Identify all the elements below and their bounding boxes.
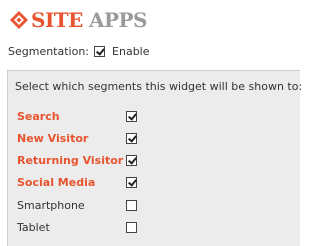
segment-label: Search [17, 109, 60, 123]
segment-label: Smartphone [17, 198, 85, 212]
segment-row-new-visitor: New Visitor [17, 130, 277, 146]
segment-checkbox-social-media[interactable] [126, 176, 137, 188]
segment-row-smartphone: Smartphone [17, 197, 277, 213]
segment-row-tablet: Tablet [17, 219, 277, 235]
diamond-logo-icon [10, 11, 28, 29]
logo-word-apps: APPS [88, 8, 148, 32]
segmentation-label: Segmentation: [8, 44, 90, 58]
enable-label[interactable]: Enable [112, 45, 149, 58]
segment-checkbox-search[interactable] [126, 110, 137, 122]
segment-row-social-media: Social Media [17, 174, 277, 190]
site-apps-logo: SITE APPS [9, 8, 147, 32]
segment-checkbox-tablet[interactable] [126, 221, 137, 233]
segments-panel: Select which segments this widget will b… [7, 70, 303, 246]
segmentation-row: Segmentation: Enable [8, 43, 150, 59]
segments-heading: Select which segments this widget will b… [15, 80, 303, 93]
segment-label: Tablet [17, 220, 50, 234]
segment-checkbox-smartphone[interactable] [126, 199, 137, 211]
segment-checkbox-new-visitor[interactable] [126, 132, 137, 144]
enable-checkbox[interactable] [94, 45, 106, 57]
segment-row-returning-visitor: Returning Visitor [17, 152, 277, 168]
segment-checkbox-returning-visitor[interactable] [126, 154, 137, 166]
logo-word-site: SITE [31, 8, 83, 32]
segment-label: Social Media [17, 175, 96, 189]
segment-label: Returning Visitor [17, 153, 124, 167]
segment-row-search: Search [17, 108, 277, 124]
segment-label: New Visitor [17, 131, 89, 145]
